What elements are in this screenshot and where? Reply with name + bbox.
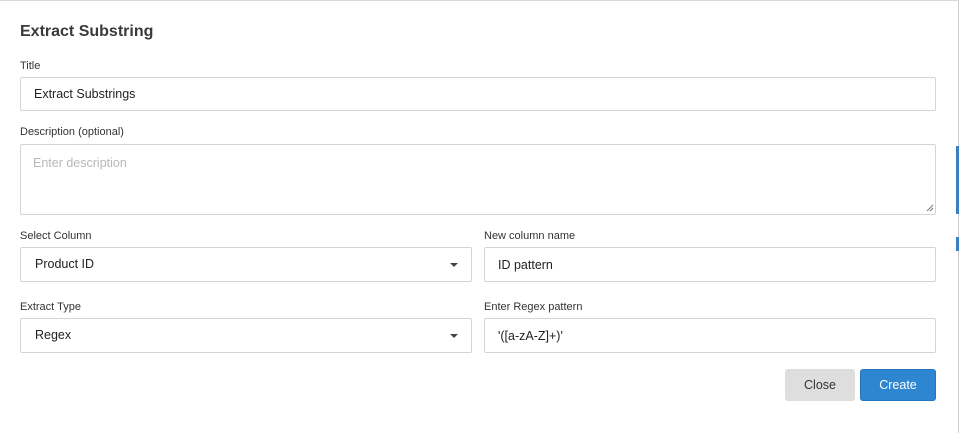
select-column-value: Product ID <box>35 257 95 271</box>
title-input[interactable] <box>20 77 936 111</box>
new-column-name-label: New column name <box>484 230 576 242</box>
extract-type-label: Extract Type <box>20 301 81 313</box>
title-label: Title <box>20 60 41 72</box>
extract-substring-dialog: Extract Substring Title Description (opt… <box>0 0 959 433</box>
new-column-name-input[interactable] <box>484 247 936 282</box>
select-column-dropdown[interactable]: Product ID <box>20 247 472 282</box>
create-button[interactable]: Create <box>860 369 936 401</box>
select-column-label: Select Column <box>20 230 92 242</box>
description-label: Description (optional) <box>20 126 124 138</box>
dialog-title: Extract Substring <box>20 23 154 40</box>
description-textarea[interactable] <box>20 144 936 215</box>
resize-grip-icon[interactable] <box>926 204 934 212</box>
regex-pattern-label: Enter Regex pattern <box>484 301 583 313</box>
extract-type-dropdown[interactable]: Regex <box>20 318 472 353</box>
extract-type-value: Regex <box>35 328 72 342</box>
close-button[interactable]: Close <box>785 369 855 401</box>
chevron-down-icon <box>450 263 458 267</box>
regex-pattern-input[interactable] <box>484 318 936 353</box>
chevron-down-icon <box>450 334 458 338</box>
